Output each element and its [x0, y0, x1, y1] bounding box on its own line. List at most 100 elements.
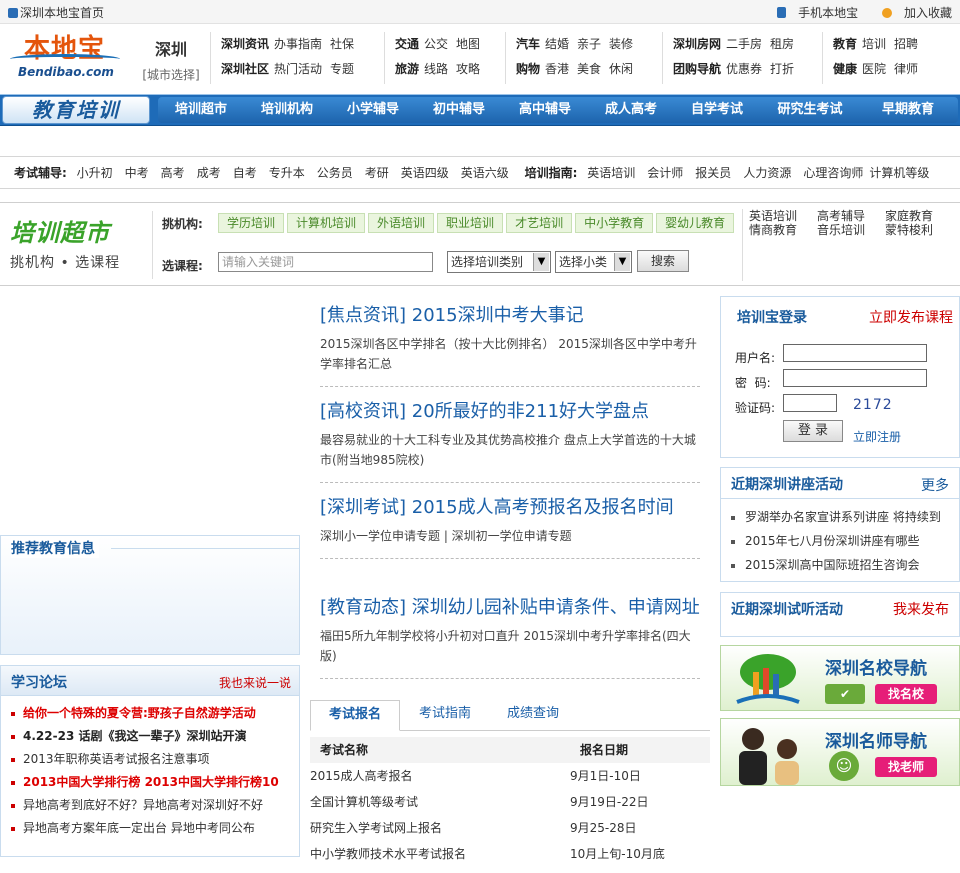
training-link[interactable]: 会计师 — [647, 166, 683, 180]
exam-link[interactable]: 英语六级 — [461, 166, 509, 180]
nav-link[interactable]: 律师 — [894, 62, 918, 76]
table-row[interactable]: 全国计算机等级考试 9月19日-22日 — [310, 789, 710, 815]
subcategory-select[interactable]: 选择小类 ▼ — [555, 251, 632, 273]
tab-score-query[interactable]: 成绩查询 — [490, 700, 576, 731]
category-tag[interactable]: 婴幼儿教育 — [656, 213, 735, 233]
mobile-link[interactable]: 手机本地宝 — [767, 6, 858, 20]
list-item[interactable]: 4.22-23 话剧《我这一辈子》深圳站开演 — [11, 725, 299, 748]
teacher-nav-banner[interactable]: 深圳名师导航 ☺ 找老师 — [720, 718, 960, 786]
city-select-link[interactable]: [城市选择] — [140, 66, 202, 83]
edu-nav-item[interactable]: 成人高考 — [588, 97, 674, 123]
nav-link[interactable]: 医院 — [862, 62, 886, 76]
nav-link[interactable]: 培训 — [862, 37, 886, 51]
training-link[interactable]: 英语培训 — [587, 166, 635, 180]
exam-link[interactable]: 英语四级 — [401, 166, 449, 180]
register-link[interactable]: 立即注册 — [853, 428, 901, 445]
edu-nav-item[interactable]: 研究生考试 — [760, 97, 860, 123]
exam-link[interactable]: 考研 — [365, 166, 389, 180]
site-logo[interactable]: 本地宝 Bendibao.com — [6, 28, 128, 82]
table-row[interactable]: 研究生入学考试网上报名 9月25-28日 — [310, 815, 710, 841]
nav-link[interactable]: 亲子 — [577, 37, 601, 51]
edu-nav-item[interactable]: 早期教育 — [860, 97, 956, 123]
edu-nav-item[interactable]: 高中辅导 — [502, 97, 588, 123]
list-item[interactable]: 2015深圳高中国际班招生咨询会 — [731, 553, 959, 577]
nav-link[interactable]: 公交 — [424, 37, 448, 51]
news-headline[interactable]: [教育动态] 深圳幼儿园补贴申请条件、申请网址 — [320, 596, 700, 620]
username-input[interactable] — [783, 344, 927, 362]
category-tag[interactable]: 外语培训 — [368, 213, 435, 233]
captcha-image[interactable]: 2172 — [853, 397, 893, 413]
list-item[interactable]: 异地高考到底好不好？异地高考对深圳好不好 — [11, 794, 299, 817]
education-title[interactable]: 教育培训 — [2, 96, 150, 124]
tab-exam-guide[interactable]: 考试指南 — [402, 700, 488, 731]
category-tag[interactable]: 学历培训 — [218, 213, 285, 233]
table-row[interactable]: 2015成人高考报名 9月1日-10日 — [310, 763, 710, 789]
edu-nav-item[interactable]: 初中辅导 — [416, 97, 502, 123]
training-link[interactable]: 报关员 — [695, 166, 731, 180]
news-headline[interactable]: [深圳考试] 2015成人高考预报名及报名时间 — [320, 496, 700, 520]
nav-link[interactable]: 社保 — [330, 37, 354, 51]
list-item[interactable]: 2015年七八月份深圳讲座有哪些 — [731, 529, 959, 553]
nav-link[interactable]: 租房 — [770, 37, 794, 51]
news-summary[interactable]: 福田5所九年制学校将小升初对口直升 2015深圳中考升学率排名(四大版) — [320, 626, 700, 666]
list-item[interactable]: 异地高考方案年底一定出台 异地中考同公布 — [11, 817, 299, 840]
training-link[interactable]: 心理咨询师 — [803, 166, 863, 180]
find-teacher-button[interactable]: 找老师 — [875, 757, 937, 777]
edu-nav-item[interactable]: 培训机构 — [244, 97, 330, 123]
news-summary[interactable]: 深圳小一学位申请专题 | 深圳初一学位申请专题 — [320, 526, 700, 546]
lectures-more-link[interactable]: 更多 — [921, 475, 949, 495]
exam-link[interactable]: 自考 — [233, 166, 257, 180]
exam-link[interactable]: 成考 — [197, 166, 221, 180]
nav-link[interactable]: 购物 — [516, 62, 540, 76]
nav-link[interactable]: 招聘 — [894, 37, 918, 51]
nav-link[interactable]: 办事指南 — [274, 37, 322, 51]
nav-link[interactable]: 交通 — [395, 37, 419, 51]
list-item[interactable]: 给你一个特殊的夏令营:野孩子自然游学活动 — [11, 702, 299, 725]
quick-link[interactable]: 情商教育 — [749, 223, 817, 237]
favorite-link[interactable]: 加入收藏 — [872, 6, 952, 20]
forum-post-link[interactable]: 我也来说一说 — [219, 674, 291, 691]
quick-link[interactable]: 高考辅导 — [817, 209, 885, 223]
news-summary[interactable]: 最容易就业的十大工科专业及其优势高校推介 盘点上大学首选的十大城市(附当地985… — [320, 430, 700, 470]
keyword-input[interactable]: 请输入关键词 — [218, 252, 433, 272]
home-link[interactable]: 深圳本地宝首页 — [8, 4, 104, 21]
edu-nav-item[interactable]: 培训超市 — [158, 97, 244, 123]
table-row[interactable]: 中小学教师技术水平考试报名 10月上旬-10月底 — [310, 841, 710, 867]
nav-link[interactable]: 教育 — [833, 37, 857, 51]
nav-link[interactable]: 深圳房网 — [673, 37, 721, 51]
nav-link[interactable]: 专题 — [330, 62, 354, 76]
exam-link[interactable]: 公务员 — [317, 166, 353, 180]
nav-link[interactable]: 攻略 — [456, 62, 480, 76]
nav-link[interactable]: 汽车 — [516, 37, 540, 51]
quick-link[interactable]: 音乐培训 — [817, 223, 885, 237]
nav-link[interactable]: 美食 — [577, 62, 601, 76]
list-item[interactable]: 2013年职称英语考试报名注意事项 — [11, 748, 299, 771]
news-headline[interactable]: [焦点资讯] 2015深圳中考大事记 — [320, 304, 700, 328]
nav-link[interactable]: 香港 — [545, 62, 569, 76]
nav-link[interactable]: 结婚 — [545, 37, 569, 51]
news-summary[interactable]: 2015深圳各区中学排名（按十大比例排名） 2015深圳各区中学中考升学率排名汇… — [320, 334, 700, 374]
category-tag[interactable]: 中小学教育 — [575, 213, 654, 233]
nav-link[interactable]: 二手房 — [726, 37, 762, 51]
nav-link[interactable]: 装修 — [609, 37, 633, 51]
login-button[interactable]: 登 录 — [783, 420, 843, 442]
find-school-button[interactable]: 找名校 — [875, 684, 937, 704]
publish-course-link[interactable]: 立即发布课程 — [869, 307, 953, 327]
exam-link[interactable]: 专升本 — [269, 166, 305, 180]
quick-link[interactable]: 英语培训 — [749, 209, 817, 223]
password-input[interactable] — [783, 369, 927, 387]
nav-link[interactable]: 热门活动 — [274, 62, 322, 76]
list-item[interactable]: 罗湖举办名家宣讲系列讲座 将持续到 — [731, 505, 959, 529]
nav-link[interactable]: 线路 — [424, 62, 448, 76]
nav-link[interactable]: 打折 — [770, 62, 794, 76]
quick-link[interactable]: 家庭教育 — [885, 209, 953, 223]
nav-link[interactable]: 休闲 — [609, 62, 633, 76]
search-button[interactable]: 搜索 — [637, 250, 689, 272]
training-link[interactable]: 计算机等级 — [869, 166, 929, 180]
school-nav-banner[interactable]: 深圳名校导航 ✔ 找名校 — [720, 645, 960, 711]
news-headline[interactable]: [高校资讯] 20所最好的非211好大学盘点 — [320, 400, 700, 424]
edu-nav-item[interactable]: 小学辅导 — [330, 97, 416, 123]
category-tag[interactable]: 职业培训 — [437, 213, 504, 233]
nav-link[interactable]: 优惠券 — [726, 62, 762, 76]
captcha-input[interactable] — [783, 394, 837, 412]
